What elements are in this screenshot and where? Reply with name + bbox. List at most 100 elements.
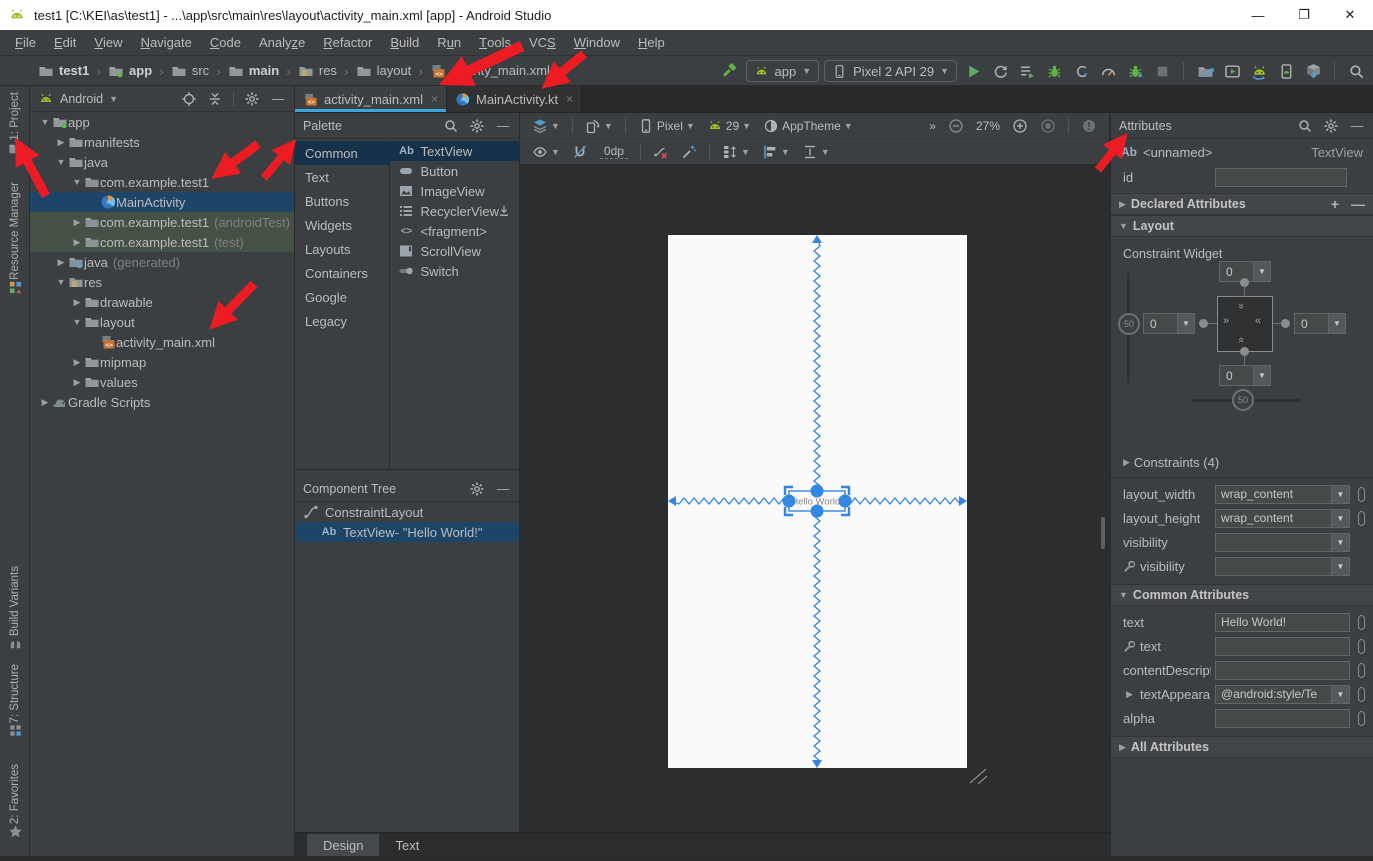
menu-tools[interactable]: Tools [470,30,520,55]
gear-icon[interactable] [469,481,485,497]
component-tree-item-constraintlayout[interactable]: ConstraintLayout [295,502,519,522]
section-declared-attributes[interactable]: ▶ Declared Attributes +— [1111,193,1373,215]
palette-category-google[interactable]: Google [295,285,389,309]
attach-profiler-button[interactable] [1070,60,1092,82]
palette-category-common[interactable]: Common [295,141,389,165]
zoom-in-button[interactable] [1008,115,1032,137]
constraint-anchor-handle[interactable] [811,505,824,518]
id-field[interactable] [1215,168,1347,187]
tree-item-app[interactable]: ▼app [30,112,294,132]
orientation-button[interactable]: ▼ [581,115,617,137]
theme-button[interactable]: AppTheme▼ [759,115,857,137]
align-button[interactable]: ▼ [758,141,794,163]
locate-file-icon[interactable] [181,91,197,107]
menu-run[interactable]: Run [428,30,470,55]
search-everywhere-button[interactable] [1345,60,1367,82]
palette-item-switch[interactable]: Switch [390,261,519,281]
tree-item-values[interactable]: ▶values [30,372,294,392]
menu-edit[interactable]: Edit [45,30,85,55]
sync-gradle-button[interactable] [1248,60,1270,82]
layers-button[interactable]: ▼ [528,115,564,137]
tree-item-mipmap[interactable]: ▶mipmap [30,352,294,372]
hide-panel-icon[interactable]: — [270,91,286,107]
margin-left-select[interactable]: 0▼ [1143,313,1195,334]
breadcrumb-item[interactable]: res [298,63,337,79]
running-devices-button[interactable] [1221,60,1243,82]
tree-item-com-example-test1[interactable]: ▶com.example.test1(androidTest) [30,212,294,232]
design-scrollbar[interactable] [1101,517,1105,549]
attribute-visibility-select[interactable]: ▼ [1215,533,1350,552]
tool-window-button-resource-manager[interactable]: Resource Manager [0,182,30,295]
design-surface[interactable]: Hello World! [520,165,1110,832]
tool-window-button-2-favorites[interactable]: 2: Favorites [0,764,30,839]
magnet-button[interactable] [568,141,592,163]
close-icon[interactable]: × [431,92,438,106]
chevron-right-icon[interactable]: ▶ [70,237,84,248]
section-common-attributes[interactable]: ▼ Common Attributes [1111,584,1373,606]
tree-item-layout[interactable]: ▼layout [30,312,294,332]
tree-item-com-example-test1[interactable]: ▼com.example.test1 [30,172,294,192]
palette-item--fragment-[interactable]: <><fragment> [390,221,519,241]
device-manager-button[interactable] [1275,60,1297,82]
attribute-text-input[interactable]: Hello World! [1215,613,1350,632]
horizontal-bias-slider[interactable]: 50 [1232,389,1254,411]
menu-window[interactable]: Window [565,30,629,55]
resource-picker-icon[interactable] [1358,615,1365,630]
vertical-bias-slider[interactable]: 50 [1118,313,1140,335]
breadcrumb-item[interactable]: <>activity_main.xml [430,63,550,79]
target-device-select[interactable]: Pixel 2 API 29▼ [824,60,957,82]
chevron-right-icon[interactable]: ▶ [70,377,84,388]
constraint-anchor-handle[interactable] [811,485,824,498]
resource-picker-icon[interactable] [1358,687,1365,702]
resource-picker-icon[interactable] [1358,511,1365,526]
component-tree-item-textview[interactable]: AbTextView- "Hello World!" [295,522,519,542]
default-margin-control[interactable]: 0dp [596,141,632,163]
chevron-down-icon[interactable]: ▼ [70,177,84,187]
distribute-button[interactable]: ▼ [798,141,834,163]
constraint-anchor-handle[interactable] [783,495,796,508]
palette-item-recyclerview[interactable]: RecyclerView [390,201,519,221]
gear-icon[interactable] [469,118,485,134]
mode-tab-design[interactable]: Design [307,834,379,856]
menu-analyze[interactable]: Analyze [250,30,314,55]
palette-category-text[interactable]: Text [295,165,389,189]
breadcrumb-item[interactable]: app [108,63,152,79]
debug-button[interactable] [1043,60,1065,82]
attach-debugger-button[interactable] [1124,60,1146,82]
close-icon[interactable]: × [566,92,573,106]
hide-panel-icon[interactable]: — [495,481,511,497]
canvas-resize-handle[interactable] [970,769,987,784]
run-configuration-select[interactable]: app▼ [746,60,820,82]
attribute-textappearance-select[interactable]: @android:style/Te▼ [1215,685,1350,704]
palette-category-containers[interactable]: Containers [295,261,389,285]
constraint-anchor-dot[interactable] [1199,319,1208,328]
close-button[interactable]: ✕ [1327,0,1373,30]
profiler-button[interactable] [1097,60,1119,82]
device-phone-button[interactable]: Pixel▼ [634,115,699,137]
menu-view[interactable]: View [85,30,131,55]
rerun-button[interactable] [989,60,1011,82]
tree-item-res[interactable]: ▼res [30,272,294,292]
constraint-anchor-handle[interactable] [839,495,852,508]
attribute-visibility-select[interactable]: ▼ [1215,557,1350,576]
constraint-anchor-dot[interactable] [1281,319,1290,328]
tree-item-java[interactable]: ▶java(generated) [30,252,294,272]
resource-picker-icon[interactable] [1358,711,1365,726]
chevron-right-icon[interactable]: ▶ [70,297,84,308]
tree-item-com-example-test1[interactable]: ▶com.example.test1(test) [30,232,294,252]
margin-bottom-select[interactable]: 0▼ [1219,365,1271,386]
attribute-text-input[interactable] [1215,637,1350,656]
search-icon[interactable] [443,118,459,134]
attribute-layout-width-select[interactable]: wrap_content▼ [1215,485,1350,504]
tree-item-gradle-scripts[interactable]: ▶Gradle Scripts [30,392,294,412]
add-attribute-button[interactable]: + [1331,196,1339,212]
palette-item-textview[interactable]: AbTextView [390,141,519,161]
menu-file[interactable]: File [6,30,45,55]
constraint-widget[interactable]: 0▼0▼0▼0▼»«»«5050 [1111,261,1373,451]
palette-category-buttons[interactable]: Buttons [295,189,389,213]
breadcrumb-item[interactable]: main [228,63,279,79]
chevron-right-icon[interactable]: ▶ [54,137,68,148]
palette-category-widgets[interactable]: Widgets [295,213,389,237]
hide-panel-icon[interactable]: — [495,118,511,134]
chevron-right-icon[interactable]: ▶ [70,217,84,228]
